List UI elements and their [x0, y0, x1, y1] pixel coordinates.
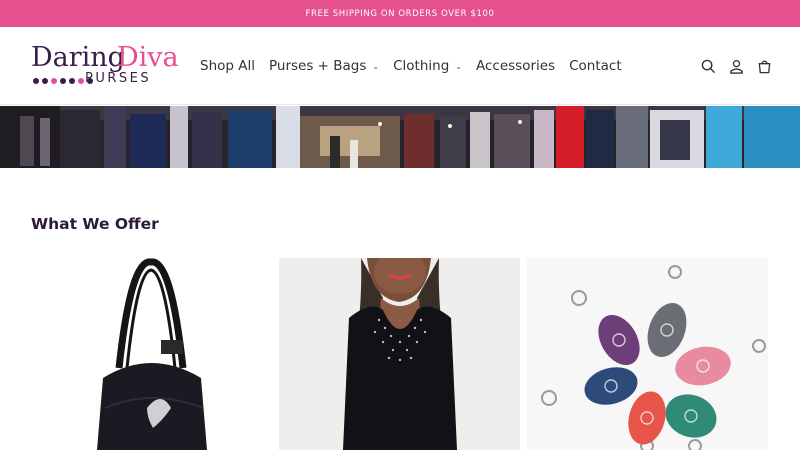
announcement-bar: FREE SHIPPING ON ORDERS OVER $100 [0, 0, 800, 27]
announcement-text: FREE SHIPPING ON ORDERS OVER $100 [305, 8, 495, 19]
site-header: Daring Diva PURSES Shop All Purses + Bag… [0, 27, 800, 105]
nav-shop-all[interactable]: Shop All [193, 58, 262, 74]
black-purse-image[interactable] [31, 258, 272, 450]
site-logo[interactable]: Daring Diva PURSES [31, 43, 186, 91]
nav-label: Accessories [475, 58, 556, 74]
logo-word-diva: Diva [117, 42, 179, 73]
cart-icon[interactable] [756, 58, 772, 74]
keychain-alarms-image[interactable] [527, 258, 768, 450]
header-icons [700, 27, 772, 105]
nav-clothing[interactable]: Clothing ⌄ [386, 58, 469, 74]
nav-label: Purses + Bags [268, 58, 367, 74]
logo-word-purses: PURSES [85, 71, 152, 86]
nav-label: Shop All [200, 58, 255, 74]
nav-label: Contact [569, 58, 622, 74]
nav-contact[interactable]: Contact [562, 58, 629, 74]
nav-label: Clothing [393, 58, 450, 74]
hero-banner-image [0, 106, 800, 168]
chevron-down-icon: ⌄ [455, 61, 462, 71]
chevron-down-icon: ⌄ [372, 61, 380, 71]
account-icon[interactable] [728, 58, 744, 74]
section-title: What We Offer [31, 215, 159, 233]
search-icon[interactable] [700, 58, 716, 74]
nav-accessories[interactable]: Accessories [469, 58, 562, 74]
main-nav: Shop All Purses + Bags ⌄ Clothing ⌄ Acce… [193, 27, 629, 105]
logo-word-daring: Daring [31, 42, 125, 73]
logo-dots [33, 78, 93, 84]
black-dress-image[interactable] [279, 258, 520, 450]
nav-purses-bags[interactable]: Purses + Bags ⌄ [262, 58, 386, 74]
